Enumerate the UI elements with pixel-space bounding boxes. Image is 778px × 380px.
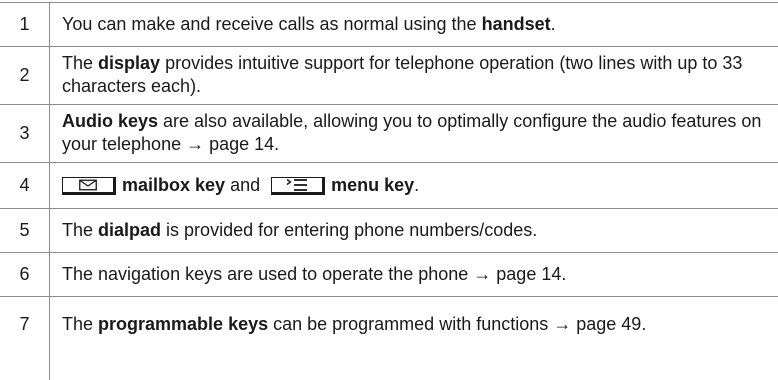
row-number: 6 (19, 263, 30, 284)
table-row: 3 Audio keys are also available, allowin… (0, 104, 778, 162)
bold-term: display (98, 53, 161, 73)
row-divider (0, 2, 778, 3)
mailbox-key-icon (62, 177, 116, 195)
column-divider (49, 2, 50, 380)
bold-term: dialpad (98, 220, 162, 240)
bold-term: handset (481, 14, 551, 34)
table-row: 2 The display provides intuitive support… (0, 46, 778, 104)
table-row: 7 The programmable keys can be programme… (0, 296, 778, 352)
row-text: You can make and receive calls as normal… (62, 14, 556, 34)
bold-term: menu key (331, 175, 415, 195)
bold-term: programmable keys (98, 313, 269, 334)
menu-key-icon (271, 177, 326, 195)
row-text: The display provides intuitive support f… (62, 53, 743, 96)
row-divider (0, 296, 778, 297)
table-row: 4 mailbox key and menu key. (0, 162, 778, 208)
row-text: The navigation keys are used to operate … (62, 264, 567, 284)
row-text: mailbox key and menu key. (62, 173, 768, 197)
row-text: The programmable keys can be programmed … (62, 313, 647, 334)
bold-term: mailbox key (122, 175, 226, 195)
row-number: 3 (19, 122, 30, 143)
row-divider (0, 208, 778, 209)
row-text: The dialpad is provided for entering pho… (62, 220, 538, 240)
row-number: 5 (19, 219, 30, 240)
table-row: 5 The dialpad is provided for entering p… (0, 208, 778, 252)
row-divider (0, 162, 778, 163)
table-row: 6 The navigation keys are used to operat… (0, 252, 778, 296)
row-divider (0, 252, 778, 253)
row-text: Audio keys are also available, allowing … (62, 111, 762, 154)
row-divider (0, 46, 778, 47)
table-row: 1 You can make and receive calls as norm… (0, 2, 778, 46)
row-number: 7 (19, 313, 30, 334)
row-divider (0, 104, 778, 105)
row-number: 2 (19, 64, 30, 85)
bold-term: Audio keys (62, 111, 159, 131)
row-number: 1 (19, 13, 30, 34)
row-number: 4 (19, 174, 30, 195)
